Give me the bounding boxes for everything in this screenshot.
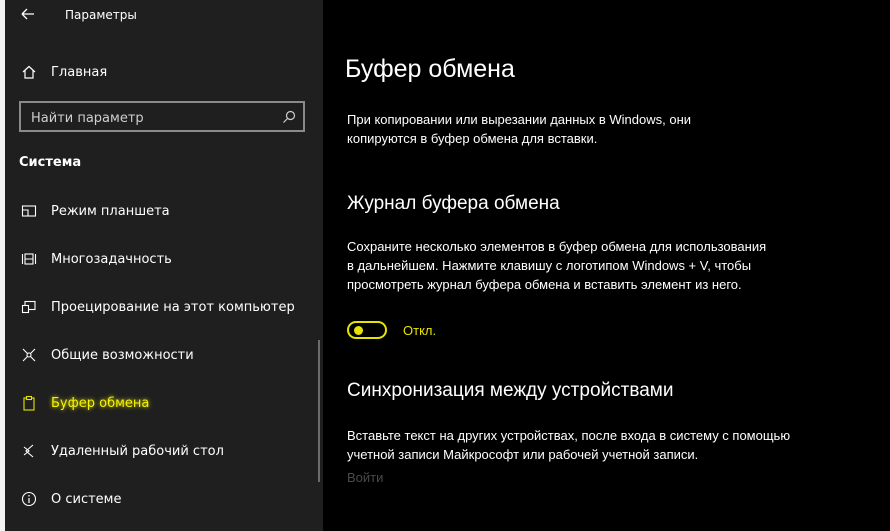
about-icon [21,491,37,507]
sidebar-item-label: Главная [51,64,108,80]
sidebar-item-multitasking[interactable]: Многозадачность [5,235,323,283]
history-heading: Журнал буфера обмена [347,193,560,214]
main-content: Буфер обмена При копировании или вырезан… [323,0,890,531]
projecting-icon [21,299,37,315]
shared-experiences-icon [21,347,37,363]
sidebar-item-shared-experiences[interactable]: Общие возможности [5,331,323,379]
sidebar-item-projecting[interactable]: Проецирование на этот компьютер [5,283,323,331]
multitasking-icon [21,251,37,267]
sync-description: Вставьте текст на других устройствах, по… [347,428,791,462]
remote-desktop-icon [21,443,37,459]
sidebar-item-about[interactable]: О системе [5,475,323,523]
sidebar-item-clipboard[interactable]: Буфер обмена [5,379,323,427]
home-icon [21,64,37,80]
sidebar-item-label: О системе [51,491,122,507]
sidebar-item-home[interactable]: Главная [5,54,323,90]
clipboard-history-toggle[interactable] [347,321,387,339]
sync-heading: Синхронизация между устройствами [347,380,674,401]
search-box[interactable] [19,101,305,132]
section-header: Система [19,155,82,170]
title-bar: Параметры [5,0,323,32]
history-description: Сохраните несколько элементов в буфер об… [347,239,767,292]
sidebar-scrollbar[interactable] [318,340,320,482]
clipboard-icon [21,395,37,411]
sidebar-nav: Режим планшета Многозадачность Проециров… [5,187,323,523]
intro-text: При копировании или вырезании данных в W… [347,112,692,146]
sidebar-item-label: Буфер обмена [51,395,150,411]
toggle-knob [354,326,363,335]
search-icon[interactable] [281,109,297,125]
sidebar-item-tablet-mode[interactable]: Режим планшета [5,187,323,235]
sidebar: Параметры Главная Система Р [5,0,323,531]
sidebar-item-remote-desktop[interactable]: Удаленный рабочий стол [5,427,323,475]
sidebar-item-label: Удаленный рабочий стол [51,443,224,459]
back-button[interactable] [15,3,41,27]
sign-in-link[interactable]: Войти [347,470,383,485]
app-title: Параметры [65,8,137,22]
sidebar-item-label: Режим планшета [51,203,170,219]
sidebar-item-label: Общие возможности [51,347,194,363]
tablet-mode-icon [21,203,37,219]
page-title: Буфер обмена [345,55,515,83]
sidebar-item-label: Проецирование на этот компьютер [51,299,295,315]
sidebar-item-label: Многозадачность [51,251,172,267]
search-input[interactable] [29,107,273,129]
toggle-state-label: Откл. [403,323,437,338]
back-arrow-icon [21,8,34,20]
